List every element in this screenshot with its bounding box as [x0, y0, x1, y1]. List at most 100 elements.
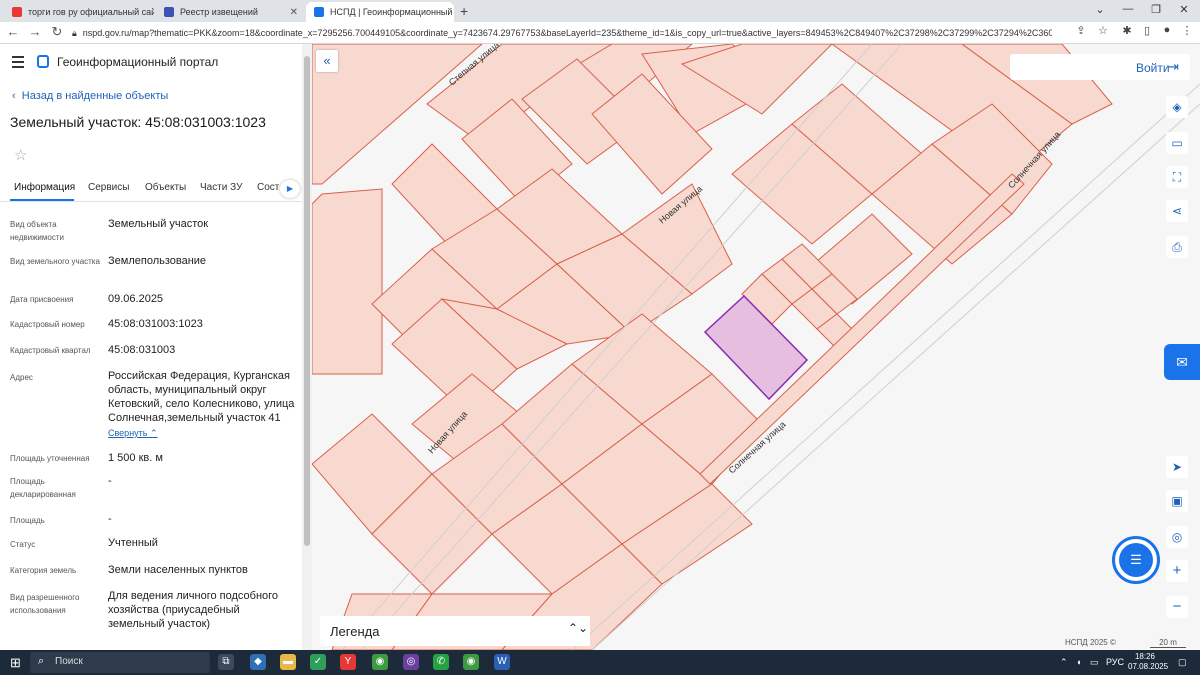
active-tab-underline — [10, 199, 74, 201]
field-label: Статус — [10, 540, 36, 549]
tray-chevron-icon[interactable]: ⌃ — [1060, 657, 1068, 668]
tab-title: НСПД | Геоинформационный п — [330, 7, 454, 17]
taskbar-search-label: Поиск — [55, 656, 83, 667]
collapse-label: Свернуть — [108, 428, 148, 438]
nspd-favicon-icon — [314, 7, 324, 17]
collapse-panel-button[interactable]: « — [316, 50, 338, 72]
windows-start-icon[interactable]: ⊞ — [10, 655, 21, 671]
field-value: Учтенный — [108, 537, 158, 549]
back-arrow-icon[interactable]: ← — [4, 24, 22, 39]
print-icon[interactable]: ⎙ — [1166, 236, 1188, 258]
map-canvas[interactable]: Степная улица Новая улица Новая улица Со… — [312, 44, 1200, 650]
object-title: Земельный участок: 45:08:031003:1023 — [10, 114, 266, 130]
browser-tab-active[interactable]: НСПД | Геоинформационный п ✕ — [306, 2, 454, 22]
chat-bubble-icon[interactable]: ☰ — [1119, 543, 1153, 577]
field-value: Для ведения личного подсобного хозяйства… — [108, 590, 279, 630]
yandex-browser-icon[interactable]: Y — [340, 654, 356, 670]
field-value: Землепользование — [108, 255, 207, 267]
search-icon: ⌕ — [38, 655, 45, 667]
legend-expand-icon[interactable]: ⌃⌄ — [568, 621, 588, 635]
tab-info[interactable]: Информация — [14, 182, 75, 193]
zoom-out-icon[interactable]: − — [1166, 596, 1188, 618]
minimize-icon[interactable]: — — [1118, 3, 1138, 15]
close-tab-icon[interactable]: ✕ — [290, 7, 298, 18]
clock-time: 18:26 — [1134, 652, 1156, 661]
volume-icon[interactable]: ◖ — [1076, 657, 1081, 667]
registry-favicon-icon — [164, 7, 174, 17]
forward-arrow-icon[interactable]: → — [26, 24, 44, 39]
bookmark-star-icon[interactable]: ☆ — [1094, 24, 1112, 37]
portal-logo-icon — [37, 55, 49, 68]
language-indicator[interactable]: РУС — [1106, 657, 1124, 667]
parcel — [312, 188, 383, 375]
field-label: Площадь декларированная — [10, 477, 76, 499]
field-value: 09.06.2025 — [108, 293, 164, 305]
field-value: 1 500 кв. м — [108, 452, 163, 464]
scale-bar: 20 m — [1150, 638, 1186, 648]
chrome-icon[interactable]: ◉ — [372, 654, 388, 670]
yandex-favicon-icon — [12, 7, 22, 17]
whatsapp-icon[interactable]: ✆ — [433, 654, 449, 670]
field-label: Площадь — [10, 516, 45, 525]
new-tab-plus-icon[interactable]: + — [460, 3, 468, 19]
layers-icon[interactable]: ◈ — [1166, 96, 1188, 118]
share-page-icon[interactable]: ⇪ — [1072, 24, 1090, 37]
zoom-in-icon[interactable]: + — [1166, 560, 1188, 582]
panel-scroll-thumb[interactable] — [304, 56, 310, 546]
field-label: Кадастровый квартал — [10, 346, 91, 355]
field-label: Адрес — [10, 373, 33, 382]
site-info-icon[interactable]: 🔒︎ — [72, 28, 77, 39]
profile-avatar-icon[interactable]: ● — [1158, 24, 1176, 36]
cadastral-map: Степная улица Новая улица Новая улица Со… — [312, 44, 1200, 650]
chrome-icon[interactable]: ◉ — [463, 654, 479, 670]
url-field[interactable]: 🔒︎ nspd.gov.ru/map?thematic=PKK&zoom=18&… — [72, 25, 1052, 41]
tab-composition[interactable]: Соста — [257, 182, 279, 193]
field-label: Площадь уточненная — [10, 454, 90, 463]
side-widget-icon[interactable]: ✉ — [1164, 344, 1200, 380]
browser-tab[interactable]: торги гов ру официальный сай ✕ — [4, 2, 154, 22]
extensions-icon[interactable]: ✱ — [1118, 24, 1136, 37]
field-label: Категория земель — [10, 566, 77, 575]
field-label: Вид разрешенного использования — [10, 593, 80, 615]
restore-icon[interactable]: ❐ — [1146, 3, 1166, 16]
login-arrow-icon[interactable]: ⇥ — [1168, 59, 1179, 75]
back-to-results-link[interactable]: ‹ Назад в найденные объекты — [12, 90, 168, 102]
field-value: Земли населенных пунктов — [108, 564, 248, 576]
login-button[interactable]: Войти — [1136, 61, 1170, 75]
minimap-icon[interactable]: ▣ — [1166, 490, 1188, 512]
select-area-icon[interactable]: ⛶ — [1166, 166, 1188, 188]
task-view-icon[interactable]: ⧉ — [218, 654, 234, 670]
tab-title: торги гов ру официальный сай — [28, 7, 154, 17]
locate-icon[interactable]: ➤ — [1166, 456, 1188, 478]
geo-search-icon[interactable]: ◎ — [1166, 526, 1188, 548]
notifications-icon[interactable]: ▢ — [1178, 657, 1187, 668]
browser-menu-icon[interactable]: ⋮ — [1178, 24, 1196, 37]
browser-tab[interactable]: Реестр извещений ✕ — [156, 2, 306, 22]
close-window-icon[interactable]: ✕ — [1174, 3, 1194, 16]
collapse-link[interactable]: Свернуть ⌃ — [108, 428, 158, 439]
url-text: nspd.gov.ru/map?thematic=PKK&zoom=18&coo… — [82, 28, 1052, 38]
field-label: Дата присвоения — [10, 295, 74, 304]
tabs-scroll-right-icon[interactable]: ▶ — [280, 180, 300, 198]
field-label: Кадастровый номер — [10, 320, 85, 329]
app-icon[interactable]: ◎ — [403, 654, 419, 670]
app-icon[interactable]: ◆ — [250, 654, 266, 670]
clock[interactable]: 18:26 07.08.2025 — [1128, 652, 1168, 672]
field-label: Вид объекта недвижимости — [10, 220, 64, 242]
favorite-star-icon[interactable]: ☆ — [14, 146, 27, 164]
hamburger-menu-icon[interactable] — [12, 56, 24, 71]
network-icon[interactable]: ▭ — [1090, 657, 1099, 668]
reload-icon[interactable]: ↻ — [48, 24, 66, 40]
tab-search-chevron-icon[interactable]: ⌄ — [1090, 3, 1110, 16]
field-label: Вид земельного участка — [10, 257, 100, 266]
ruler-icon[interactable]: ▭ — [1166, 132, 1188, 154]
field-value: Земельный участок — [108, 218, 209, 230]
tab-parts[interactable]: Части ЗУ — [200, 182, 242, 193]
word-icon[interactable]: W — [494, 654, 510, 670]
share-icon[interactable]: ⋖ — [1166, 200, 1188, 222]
sidepanel-icon[interactable]: ▯ — [1138, 24, 1156, 37]
tab-objects[interactable]: Объекты — [145, 182, 186, 193]
file-explorer-icon[interactable]: ▬ — [280, 654, 296, 670]
app-icon[interactable]: ✓ — [310, 654, 326, 670]
tab-services[interactable]: Сервисы — [88, 182, 129, 193]
